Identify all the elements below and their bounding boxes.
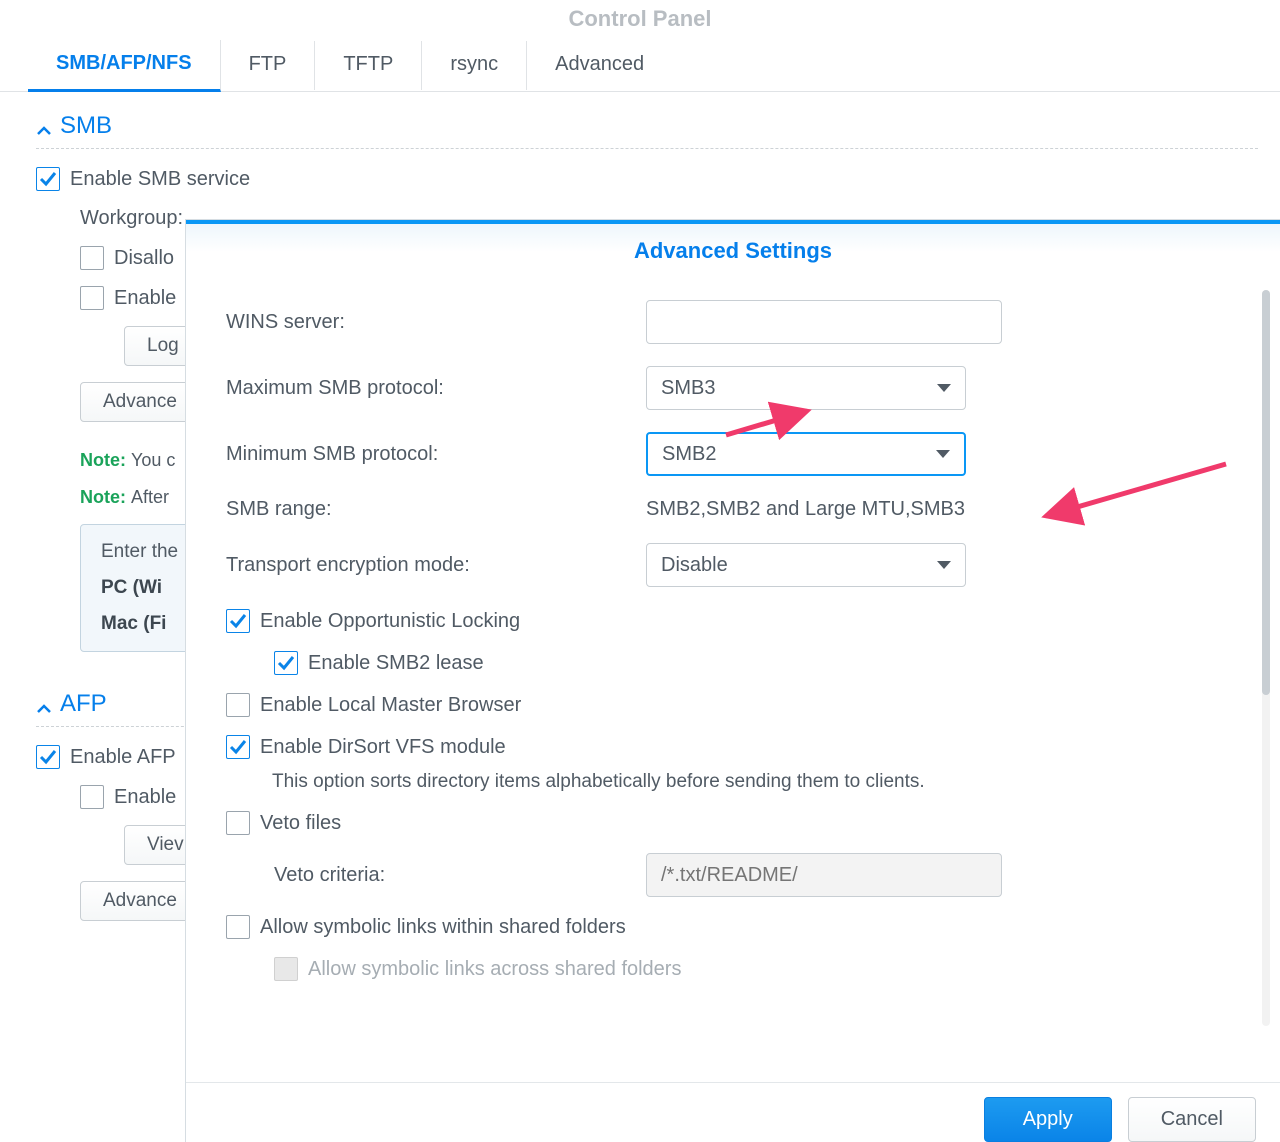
modal-body: WINS server: Maximum SMB protocol: SMB3 …	[186, 270, 1280, 1082]
workgroup-label: Workgroup:	[80, 207, 183, 230]
transport-value: Disable	[661, 554, 728, 577]
localmaster-label: Enable Local Master Browser	[260, 694, 521, 717]
veto-criteria-label: Veto criteria:	[274, 864, 646, 887]
modal-title: Advanced Settings	[186, 224, 1280, 270]
symlink2-checkbox	[274, 957, 298, 981]
transport-row: Transport encryption mode: Disable	[226, 543, 1240, 587]
localmaster-row: Enable Local Master Browser	[226, 693, 1240, 717]
min-proto-value: SMB2	[662, 443, 716, 466]
dirsort-label: Enable DirSort VFS module	[260, 736, 506, 759]
transport-select[interactable]: Disable	[646, 543, 966, 587]
enable-prev-checkbox[interactable]	[80, 286, 104, 310]
dirsort-row: Enable DirSort VFS module	[226, 735, 1240, 759]
smb2lease-checkbox[interactable]	[274, 651, 298, 675]
tabbar: SMB/AFP/NFS FTP TFTP rsync Advanced	[0, 40, 1280, 92]
window-title: Control Panel	[0, 0, 1280, 40]
symlink1-row: Allow symbolic links within shared folde…	[226, 915, 1240, 939]
dirsort-hint: This option sorts directory items alphab…	[272, 771, 1240, 793]
advanced-settings-button[interactable]: Advance	[80, 382, 200, 422]
smb-section-title: SMB	[60, 112, 112, 140]
veto-label: Veto files	[260, 812, 341, 835]
localmaster-checkbox[interactable]	[226, 693, 250, 717]
enable-smb-row: Enable SMB service	[36, 167, 1258, 191]
disallow-label: Disallo	[114, 247, 174, 270]
modal-scrollbar[interactable]	[1262, 290, 1270, 1026]
oplock-row: Enable Opportunistic Locking	[226, 609, 1240, 633]
enable-afp-checkbox[interactable]	[36, 745, 60, 769]
tab-advanced[interactable]: Advanced	[527, 41, 672, 90]
oplock-checkbox[interactable]	[226, 609, 250, 633]
veto-criteria-input	[646, 853, 1002, 897]
max-proto-label: Maximum SMB protocol:	[226, 377, 646, 400]
enable-prev-label: Enable	[114, 287, 176, 310]
note1-text: You c	[131, 450, 175, 471]
smb-range-label: SMB range:	[226, 498, 646, 521]
note2-prefix: Note:	[80, 487, 126, 508]
note1-prefix: Note:	[80, 450, 126, 471]
afp-advanced-button[interactable]: Advance	[80, 881, 200, 921]
veto-criteria-row: Veto criteria:	[274, 853, 1240, 897]
symlink1-checkbox[interactable]	[226, 915, 250, 939]
advanced-settings-modal: Advanced Settings WINS server: Maximum S…	[186, 220, 1280, 1142]
tab-rsync[interactable]: rsync	[422, 41, 527, 90]
enable-smb-label: Enable SMB service	[70, 168, 250, 191]
max-proto-value: SMB3	[661, 377, 715, 400]
oplock-label: Enable Opportunistic Locking	[260, 610, 520, 633]
apply-button[interactable]: Apply	[984, 1097, 1112, 1142]
symlink2-row: Allow symbolic links across shared folde…	[274, 957, 1240, 981]
chevron-up-icon	[36, 118, 52, 134]
chevron-down-icon	[937, 384, 951, 392]
veto-row: Veto files	[226, 811, 1240, 835]
symlink2-label: Allow symbolic links across shared folde…	[308, 958, 681, 981]
smb2lease-row: Enable SMB2 lease	[274, 651, 1240, 675]
note2-text: After	[131, 487, 169, 508]
tab-ftp[interactable]: FTP	[221, 41, 316, 90]
wins-row: WINS server:	[226, 300, 1240, 344]
symlink1-label: Allow symbolic links within shared folde…	[260, 916, 626, 939]
annotation-arrow-icon	[721, 397, 821, 447]
chevron-down-icon	[936, 450, 950, 458]
enable-afp-label: Enable AFP	[70, 746, 176, 769]
min-proto-label: Minimum SMB protocol:	[226, 443, 646, 466]
veto-checkbox[interactable]	[226, 811, 250, 835]
afp-enable-sub-checkbox[interactable]	[80, 785, 104, 809]
dirsort-checkbox[interactable]	[226, 735, 250, 759]
afp-section-title: AFP	[60, 690, 107, 718]
chevron-down-icon	[937, 561, 951, 569]
afp-enable-sub-label: Enable	[114, 786, 176, 809]
smb-range-value: SMB2,SMB2 and Large MTU,SMB3	[646, 498, 965, 521]
smb2lease-label: Enable SMB2 lease	[308, 652, 484, 675]
disallow-checkbox[interactable]	[80, 246, 104, 270]
smb-section-header[interactable]: SMB	[36, 100, 1258, 149]
tab-tftp[interactable]: TFTP	[315, 41, 422, 90]
chevron-up-icon	[36, 696, 52, 712]
wins-label: WINS server:	[226, 311, 646, 334]
tab-smb-afp-nfs[interactable]: SMB/AFP/NFS	[28, 40, 221, 92]
enable-smb-checkbox[interactable]	[36, 167, 60, 191]
annotation-arrow-icon	[1016, 454, 1236, 544]
wins-input[interactable]	[646, 300, 1002, 344]
cancel-button[interactable]: Cancel	[1128, 1097, 1256, 1142]
modal-footer: Apply Cancel	[186, 1082, 1280, 1142]
transport-label: Transport encryption mode:	[226, 554, 646, 577]
